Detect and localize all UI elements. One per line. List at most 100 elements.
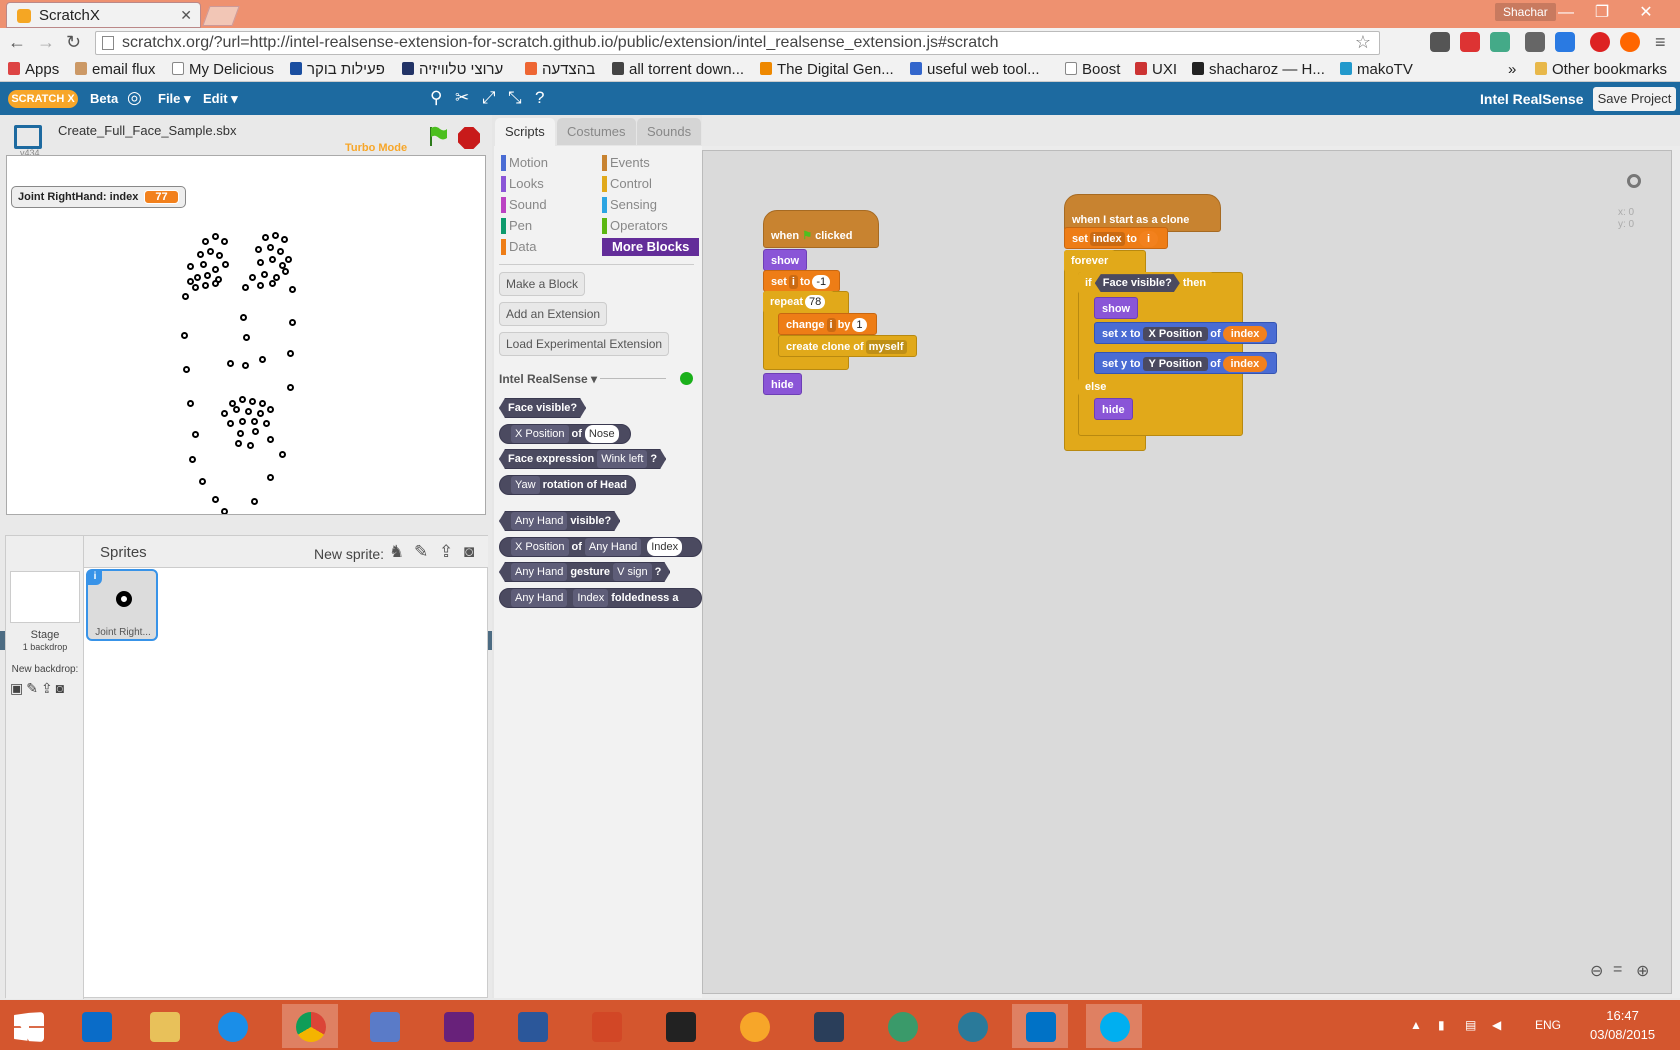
file-menu[interactable]: File ▾ <box>158 91 191 107</box>
taskbar-unity[interactable] <box>652 1004 708 1048</box>
record-icon[interactable] <box>1590 32 1610 52</box>
bookmarks-overflow[interactable]: » <box>1508 61 1516 78</box>
set-y-block[interactable]: set y to Y Position of index <box>1094 352 1278 374</box>
set-i-block[interactable]: set i to -1 <box>763 270 841 292</box>
green-flag-icon[interactable] <box>428 125 448 147</box>
globe-icon[interactable]: ◎ <box>127 88 142 108</box>
stage-canvas[interactable]: Joint RightHand: index 77 <box>6 155 486 515</box>
taskbar-lync[interactable] <box>1012 1004 1068 1048</box>
stop-icon[interactable] <box>458 127 480 149</box>
address-bar[interactable]: scratchx.org/?url=http://intel-realsense… <box>95 31 1380 55</box>
load-experimental-extension-button[interactable]: Load Experimental Extension <box>499 332 670 356</box>
box-icon[interactable] <box>1490 32 1510 52</box>
browser-tab[interactable]: ScratchX ✕ <box>6 2 201 28</box>
shrink-icon[interactable]: ⤡ <box>508 88 522 108</box>
start-button[interactable] <box>0 1004 56 1048</box>
add-extension-button[interactable]: Add an Extension <box>499 302 608 326</box>
minimize-icon[interactable]: — <box>1550 2 1582 24</box>
taskbar-scratch[interactable] <box>726 1004 782 1048</box>
sprite-thumbnail[interactable]: i Joint Right... <box>86 569 158 641</box>
taskbar-app-tree[interactable] <box>944 1004 1000 1048</box>
paint-sprite-icon[interactable]: ✎ <box>414 542 428 562</box>
repeat-header[interactable]: repeat 78 <box>763 291 835 313</box>
taskbar-app-globe[interactable] <box>874 1004 930 1048</box>
set-index-block[interactable]: set index to i <box>1064 227 1169 249</box>
block-face-visible[interactable]: Face visible? <box>499 398 586 418</box>
save-project-button[interactable]: Save Project <box>1593 87 1676 111</box>
category-more-blocks[interactable]: More Blocks <box>602 238 700 256</box>
edit-menu[interactable]: Edit ▾ <box>203 91 238 107</box>
block-face-expression[interactable]: Face expression Wink left? <box>499 449 666 469</box>
bookmark-apps[interactable]: Apps <box>8 61 59 78</box>
category-operators[interactable]: Operators <box>602 218 668 234</box>
network-icon[interactable]: ▤ <box>1465 1018 1476 1032</box>
profile-user-button[interactable]: Shachar <box>1495 3 1556 21</box>
language-indicator[interactable]: ENG <box>1535 1018 1561 1032</box>
zoom-out-icon[interactable]: ⊖ <box>1590 961 1603 981</box>
make-a-block-button[interactable]: Make a Block <box>499 272 586 296</box>
when-flag-clicked-hat[interactable]: when ⚑ clicked <box>763 210 879 248</box>
grow-icon[interactable]: ⤢ <box>482 88 496 108</box>
upload-sprite-icon[interactable]: ⇪ <box>439 542 453 562</box>
close-tab-icon[interactable]: ✕ <box>180 7 192 24</box>
other-bookmarks[interactable]: Other bookmarks <box>1535 61 1667 78</box>
taskbar-app-bracket[interactable] <box>800 1004 856 1048</box>
taskbar-ie[interactable] <box>204 1004 260 1048</box>
bookmark-my-delicious[interactable]: My Delicious <box>172 61 274 78</box>
bookmark-shacharoz[interactable]: shacharoz — H... <box>1192 61 1325 78</box>
fullscreen-icon[interactable] <box>14 125 42 149</box>
bookmark-torrent[interactable]: all torrent down... <box>612 61 744 78</box>
forever-header[interactable]: forever <box>1064 250 1116 272</box>
bookmark-web-tools[interactable]: useful web tool... <box>910 61 1040 78</box>
tab-scripts[interactable]: Scripts <box>495 118 555 146</box>
variable-monitor[interactable]: Joint RightHand: index 77 <box>11 186 186 208</box>
category-looks[interactable]: Looks <box>501 176 544 192</box>
show-block-2[interactable]: show <box>1094 297 1139 319</box>
category-control[interactable]: Control <box>602 176 652 192</box>
bookmark-email-flux[interactable]: email flux <box>75 61 155 78</box>
category-events[interactable]: Events <box>602 155 650 171</box>
block-yaw-rotation[interactable]: Yaw rotation of Head <box>499 475 636 495</box>
taskbar-paint[interactable] <box>356 1004 412 1048</box>
help-icon[interactable]: ? <box>535 88 544 108</box>
zoom-in-icon[interactable]: ⊕ <box>1636 961 1649 981</box>
taskbar-explorer[interactable] <box>136 1004 192 1048</box>
taskbar-skype[interactable] <box>1086 1004 1142 1048</box>
bookmark-digital-gen[interactable]: The Digital Gen... <box>760 61 894 78</box>
taskbar-powerpoint[interactable] <box>578 1004 634 1048</box>
block-x-position-of-nose[interactable]: X Position of Nose <box>499 424 631 444</box>
category-sound[interactable]: Sound <box>501 197 547 213</box>
menu-icon[interactable]: ≡ <box>1655 32 1666 53</box>
new-tab-button[interactable] <box>202 6 240 26</box>
adblock-icon[interactable] <box>1460 32 1480 52</box>
taskbar-outlook[interactable] <box>68 1004 124 1048</box>
bookmark-salute[interactable]: בהצדעה <box>525 61 595 78</box>
sprite-library-icon[interactable]: ♞ <box>389 542 404 562</box>
hide-block[interactable]: hide <box>763 373 802 395</box>
bookmark-tv[interactable]: ערוצי טלוויזיה <box>402 61 503 78</box>
zoom-reset-icon[interactable]: = <box>1613 961 1622 979</box>
reload-icon[interactable]: ↻ <box>66 32 81 53</box>
bookmark-boost[interactable]: Boost <box>1065 61 1120 78</box>
category-motion[interactable]: Motion <box>501 155 548 171</box>
if-header[interactable]: if Face visible? then <box>1078 272 1214 294</box>
bookmark-star-icon[interactable]: ☆ <box>1355 32 1371 53</box>
project-name[interactable]: Create_Full_Face_Sample.sbx <box>58 123 236 138</box>
battery-icon[interactable]: ▮ <box>1438 1018 1445 1032</box>
back-icon[interactable]: ← <box>8 32 26 53</box>
delicious-icon[interactable] <box>1555 32 1575 52</box>
change-i-block[interactable]: change i by 1 <box>778 313 877 335</box>
chromecast-icon[interactable] <box>1620 32 1640 52</box>
tray-expand-icon[interactable]: ▲ <box>1410 1018 1422 1032</box>
create-clone-block[interactable]: create clone of myself <box>778 335 917 357</box>
category-data[interactable]: Data <box>501 239 536 255</box>
taskbar-chrome[interactable] <box>282 1004 338 1048</box>
close-window-icon[interactable]: ✕ <box>1630 2 1662 24</box>
clock[interactable]: 16:47 03/08/2015 <box>1590 1006 1655 1044</box>
block-hand-gesture[interactable]: Any Hand gesture V sign? <box>499 562 670 582</box>
scratchx-logo[interactable]: SCRATCH X <box>8 90 78 108</box>
camera-icon[interactable]: ◙ <box>464 542 474 562</box>
new-backdrop-icons[interactable]: ▣✎⇪◙ <box>10 680 67 697</box>
bookmark-makotv[interactable]: makoTV <box>1340 61 1413 78</box>
category-pen[interactable]: Pen <box>501 218 532 234</box>
